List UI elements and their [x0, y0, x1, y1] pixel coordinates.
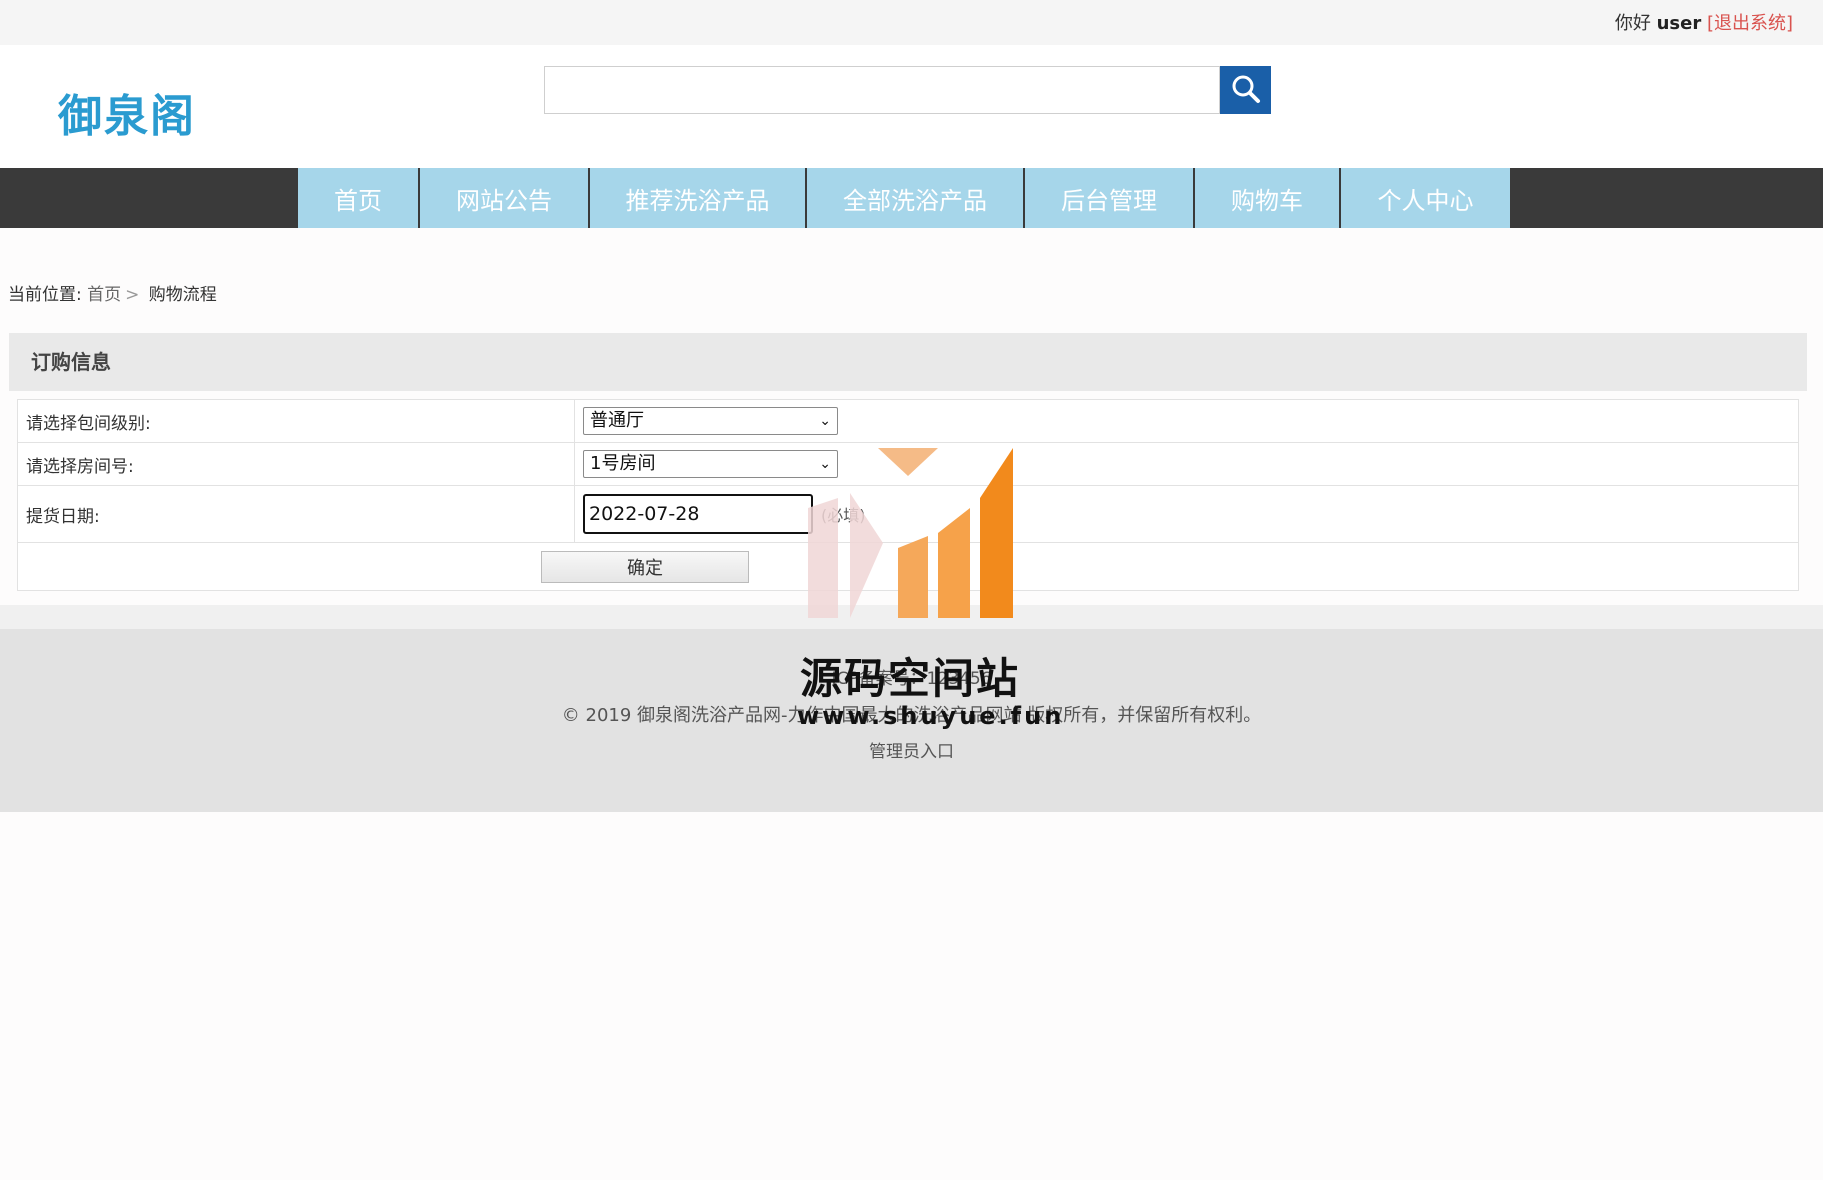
username: user: [1656, 13, 1702, 34]
nav-item-admin[interactable]: 后台管理: [1025, 168, 1195, 228]
nav-item-home[interactable]: 首页: [298, 168, 420, 228]
date-input[interactable]: [583, 494, 813, 534]
room-level-select[interactable]: 普通厅 ⌄: [583, 407, 838, 435]
top-bar: 你好 user [退出系统]: [0, 0, 1823, 45]
room-level-label: 请选择包间级别:: [18, 400, 575, 442]
nav-item-recommended-products[interactable]: 推荐洗浴产品: [590, 168, 807, 228]
search-button[interactable]: [1220, 66, 1271, 114]
watermark-url: www.shuyue.fun: [797, 702, 1065, 730]
breadcrumb-home[interactable]: 首页: [87, 285, 121, 305]
user-greeting: 你好 user [退出系统]: [1615, 9, 1793, 35]
nav-item-cart[interactable]: 购物车: [1195, 168, 1341, 228]
site-logo[interactable]: 御泉阁: [58, 80, 196, 144]
nav-item-all-products[interactable]: 全部洗浴产品: [807, 168, 1025, 228]
confirm-button[interactable]: 确定: [541, 550, 749, 583]
breadcrumb-separator: >: [125, 285, 140, 305]
chevron-down-icon: ⌄: [819, 413, 831, 429]
order-section-title: 订购信息: [9, 333, 1807, 391]
search-input[interactable]: [544, 66, 1220, 114]
logout-link[interactable]: [退出系统]: [1707, 13, 1793, 34]
admin-entry-link[interactable]: 管理员入口: [0, 737, 1823, 762]
watermark-title: 源码空间站: [800, 654, 1021, 703]
room-number-label: 请选择房间号:: [18, 443, 575, 485]
nav-item-profile[interactable]: 个人中心: [1341, 168, 1510, 228]
search-icon: [1231, 74, 1261, 107]
breadcrumb-current: 购物流程: [148, 285, 217, 305]
room-level-value: 普通厅: [590, 410, 644, 431]
form-row-room-level: 请选择包间级别: 普通厅 ⌄: [18, 400, 1798, 443]
breadcrumb-prefix: 当前位置:: [8, 285, 82, 305]
room-number-value: 1号房间: [590, 453, 656, 474]
greeting-text: 你好: [1614, 13, 1651, 34]
search-bar: [544, 66, 1271, 114]
date-label: 提货日期:: [18, 486, 575, 542]
site-header: 御泉阁: [0, 45, 1823, 168]
room-number-select[interactable]: 1号房间 ⌄: [583, 450, 838, 478]
main-nav: 首页 网站公告 推荐洗浴产品 全部洗浴产品 后台管理 购物车 个人中心: [0, 168, 1823, 228]
nav-item-announcements[interactable]: 网站公告: [420, 168, 590, 228]
breadcrumb: 当前位置: 首页 > 购物流程: [8, 280, 217, 305]
watermark-logo-icon: [808, 448, 1013, 618]
